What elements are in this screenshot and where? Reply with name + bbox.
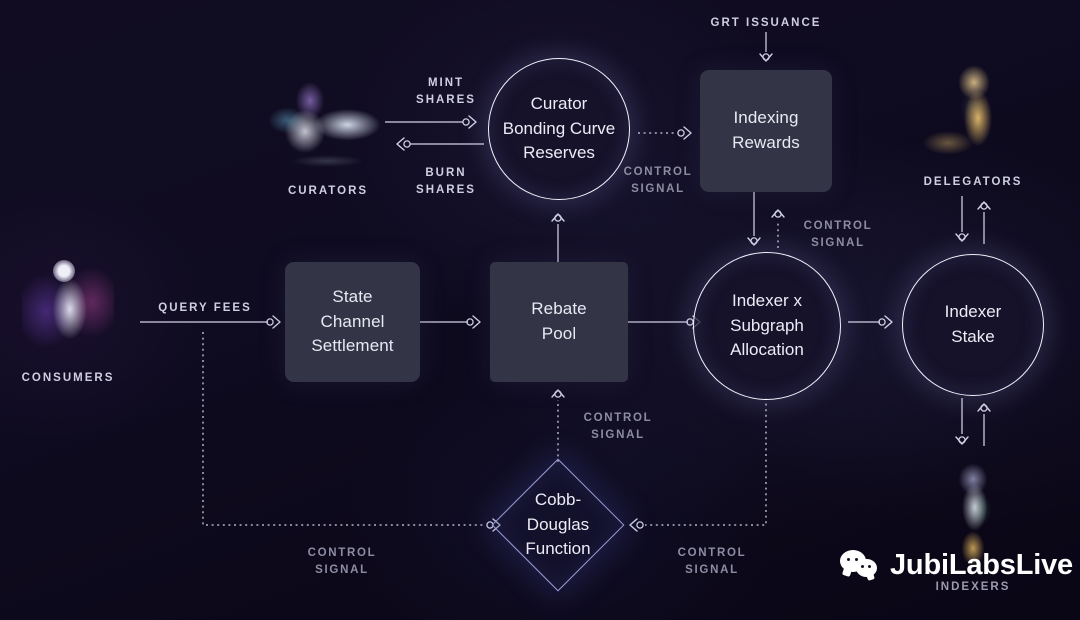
- watermark-text: JubiLabsLive: [890, 548, 1073, 581]
- edge-label-control-signal-consumer: CONTROL SIGNAL: [307, 547, 377, 577]
- edge-label-query-fees: QUERY FEES: [158, 302, 252, 314]
- consumer-figure-icon: [22, 253, 114, 365]
- delegator-figure-icon: [922, 60, 1022, 172]
- actor-label-delegators: DELEGATORS: [923, 176, 1023, 188]
- node-indexer-subgraph-allocation[interactable]: Indexer x Subgraph Allocation: [693, 252, 841, 400]
- node-label: Indexer Stake: [944, 302, 1002, 346]
- node-label: Curator Bonding Curve Reserves: [502, 94, 616, 163]
- node-state-channel-settlement[interactable]: State Channel Settlement: [285, 262, 420, 382]
- node-label: State Channel Settlement: [311, 287, 394, 356]
- actor-label-curators: CURATORS: [287, 185, 369, 197]
- wechat-icon: [840, 548, 880, 582]
- actor-label-consumers: CONSUMERS: [21, 372, 115, 384]
- edge-label-burn-shares: BURN SHARES: [416, 167, 476, 197]
- edge-label-control-signal-allocation: CONTROL SIGNAL: [677, 547, 747, 577]
- node-label: Indexer x Subgraph Allocation: [730, 291, 804, 360]
- edge-label-control-signal-rewards: CONTROL SIGNAL: [803, 220, 873, 250]
- diagram-canvas: State Channel Settlement Rebate Pool Ind…: [0, 0, 1080, 620]
- edge-label-control-signal-rebate: CONTROL SIGNAL: [583, 412, 653, 442]
- curator-cart-icon: [265, 72, 390, 182]
- edge-label-mint-shares: MINT SHARES: [416, 77, 476, 107]
- node-label: Cobb- Douglas Function: [525, 490, 591, 559]
- edge-label-control-signal-curator: CONTROL SIGNAL: [623, 166, 693, 196]
- edge-label-grt-issuance: GRT ISSUANCE: [710, 17, 822, 29]
- node-label: Indexing Rewards: [732, 108, 800, 152]
- node-rebate-pool[interactable]: Rebate Pool: [490, 262, 628, 382]
- node-cobb-douglas-function[interactable]: Cobb- Douglas Function: [491, 458, 625, 592]
- node-indexing-rewards[interactable]: Indexing Rewards: [700, 70, 832, 192]
- node-label: Rebate Pool: [531, 299, 587, 343]
- watermark: JubiLabsLive: [840, 548, 1073, 582]
- node-indexer-stake[interactable]: Indexer Stake: [902, 254, 1044, 396]
